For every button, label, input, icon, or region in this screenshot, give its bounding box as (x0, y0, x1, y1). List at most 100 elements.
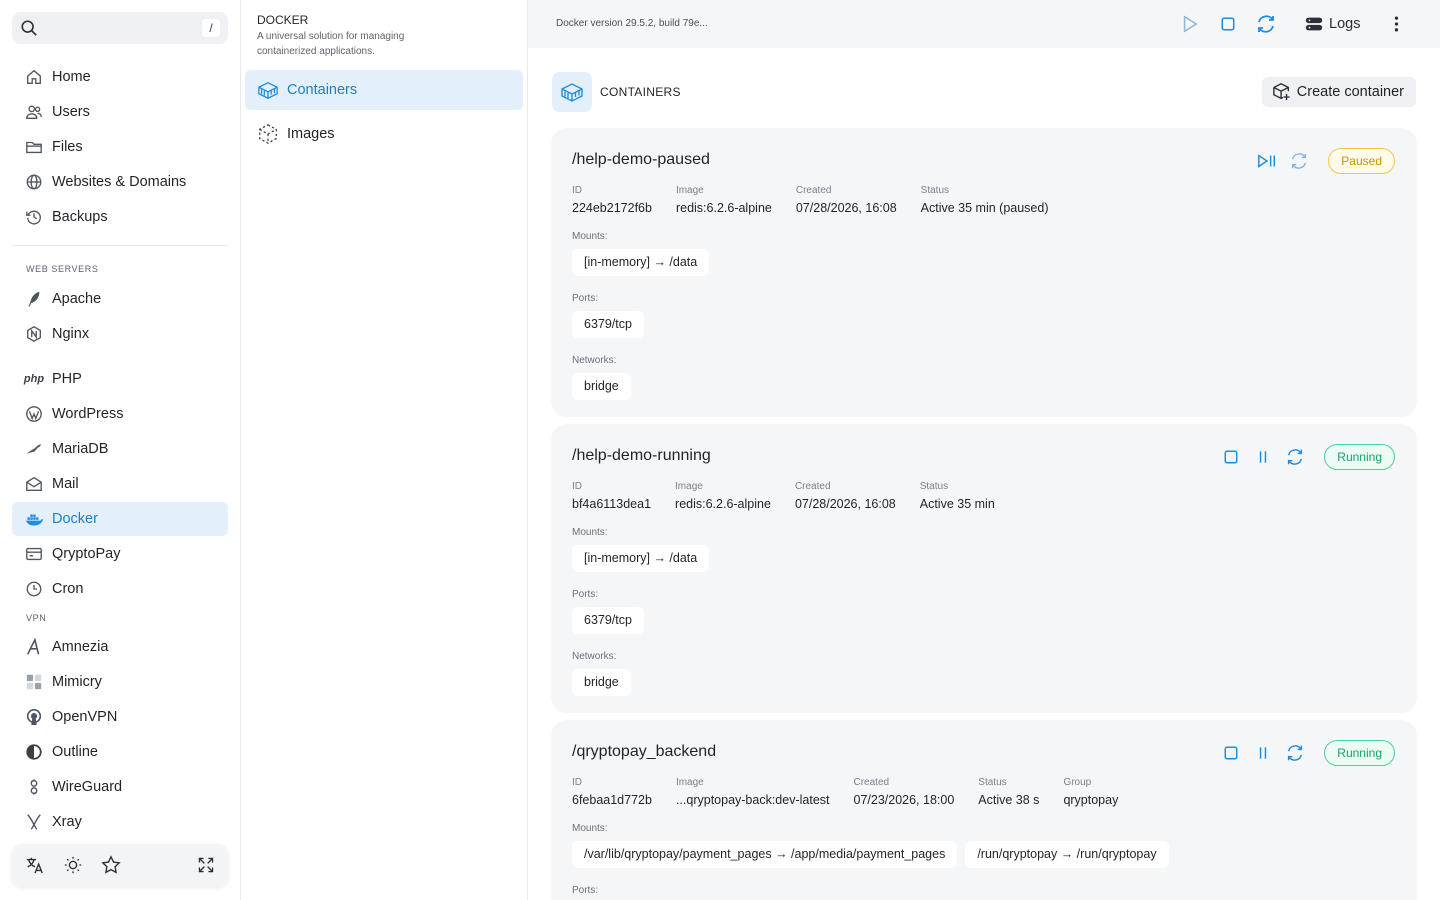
port-chip: 6379/tcp (572, 311, 644, 338)
meta-status: Status Active 38 s (978, 777, 1040, 807)
fullscreen-icon[interactable] (195, 854, 217, 876)
status-badge: Running (1324, 740, 1395, 766)
php-icon: php (23, 373, 45, 385)
sidebar-item-label: Outline (52, 744, 98, 760)
restart-icon[interactable] (1284, 742, 1306, 764)
database-icon (1304, 14, 1324, 34)
sidebar-item-docker[interactable]: Docker (12, 502, 228, 536)
sidebar-item-cron[interactable]: Cron (12, 572, 228, 606)
image-dashed-icon (257, 123, 279, 145)
sidebar-item-wordpress[interactable]: WordPress (12, 397, 228, 431)
sidebar-item-mariadb[interactable]: MariaDB (12, 432, 228, 466)
mounts-label: Mounts: (572, 527, 608, 538)
subnav-item-containers[interactable]: Containers (245, 70, 523, 110)
stop-icon[interactable] (1220, 742, 1242, 764)
resume-icon[interactable] (1256, 150, 1278, 172)
top-toolbar: Docker version 29.5.2, build 79e... Logs (528, 0, 1440, 48)
sidebar-item-files[interactable]: Files (12, 130, 228, 164)
meta-image: Image redis:6.2.6-alpine (675, 481, 771, 511)
sidebar-item-qryptopay[interactable]: QryptoPay (12, 537, 228, 571)
container-name: /help-demo-paused (572, 151, 710, 168)
sidebar-item-mimicry[interactable]: Mimicry (12, 665, 228, 699)
sidebar-item-home[interactable]: Home (12, 60, 228, 94)
logs-button[interactable]: Logs (1304, 13, 1360, 35)
meta-id: ID 6febaa1d772b (572, 777, 652, 807)
sidebar-item-websites[interactable]: Websites & Domains (12, 165, 228, 199)
mounts-list: [in-memory] → /data (572, 545, 717, 572)
networks-label: Networks: (572, 355, 617, 366)
container-actions: Paused (1256, 148, 1395, 174)
network-chip: bridge (572, 373, 631, 400)
mounts-label: Mounts: (572, 231, 608, 242)
logs-label: Logs (1329, 16, 1361, 32)
sidebar-item-label: Websites & Domains (52, 174, 187, 190)
docker-subnav: DOCKER A universal solution for managing… (241, 0, 528, 900)
networks-list: bridge (572, 373, 639, 400)
sidebar-item-mail[interactable]: Mail (12, 467, 228, 501)
restart-button[interactable] (1255, 13, 1277, 35)
stop-icon[interactable] (1220, 446, 1242, 468)
container-meta: ID bf4a6113dea1 Image redis:6.2.6-alpine C… (572, 481, 1019, 513)
feather-icon (24, 289, 44, 309)
docker-icon (24, 509, 44, 529)
mail-icon (24, 474, 44, 494)
restart-icon[interactable] (1288, 150, 1310, 172)
stop-button[interactable] (1217, 13, 1239, 35)
mount-chip: [in-memory] → /data (572, 545, 710, 572)
more-vertical-icon[interactable] (1388, 13, 1404, 35)
containers-header: CONTAINERS Create container (552, 72, 1416, 112)
sidebar-item-users[interactable]: Users (12, 95, 228, 129)
network-chip: bridge (572, 669, 631, 696)
sidebar-item-label: Xray (52, 814, 82, 830)
xray-icon (24, 812, 44, 832)
sidebar-item-xray[interactable]: Xray (12, 805, 228, 839)
main-content: Docker version 29.5.2, build 79e... Logs… (528, 0, 1440, 900)
ports-list: 6379/tcp (572, 607, 652, 634)
sidebar-item-apache[interactable]: Apache (12, 282, 228, 316)
sidebar-item-outline[interactable]: Outline (12, 735, 228, 769)
card-icon (24, 544, 44, 564)
container-meta: ID 224eb2172f6b Image redis:6.2.6-alpine C… (572, 185, 1073, 217)
subnav-label: Images (287, 126, 335, 142)
mimicry-icon (24, 672, 44, 692)
port-chip: 6379/tcp (572, 607, 644, 634)
home-icon (24, 67, 44, 87)
sidebar-item-label: Amnezia (52, 639, 109, 655)
sidebar-item-wireguard[interactable]: WireGuard (12, 770, 228, 804)
sidebar-item-label: QryptoPay (52, 546, 121, 562)
sidebar-item-backups[interactable]: Backups (12, 200, 228, 234)
ports-label: Ports: (572, 293, 599, 304)
sidebar-item-openvpn[interactable]: OpenVPN (12, 700, 228, 734)
container-meta: ID 6febaa1d772b Image ...qryptopay-back:de… (572, 777, 1142, 809)
ports-label: Ports: (572, 885, 599, 896)
sidebar-item-label: WireGuard (52, 779, 123, 795)
search-input[interactable]: / (12, 12, 228, 44)
sidebar-item-amnezia[interactable]: Amnezia (12, 630, 228, 664)
sidebar-divider (12, 245, 228, 246)
create-label: Create container (1296, 84, 1404, 100)
pause-icon[interactable] (1252, 446, 1274, 468)
star-icon[interactable] (100, 854, 122, 876)
container-card: /qryptopay_backend Running ID 6febaa1d772… (551, 720, 1417, 900)
start-button[interactable] (1179, 13, 1201, 35)
amnezia-icon (24, 637, 44, 657)
sidebar-item-nginx[interactable]: Nginx (12, 317, 228, 351)
meta-created: Created 07/28/2026, 16:08 (794, 481, 896, 511)
meta-id: ID 224eb2172f6b (572, 185, 652, 215)
section-title: CONTAINERS (600, 85, 681, 99)
sidebar-item-php[interactable]: php PHP (12, 362, 228, 396)
meta-status: Status Active 35 min (paused) (920, 185, 1049, 215)
panel-title: DOCKER (257, 13, 309, 27)
theme-sun-icon[interactable] (62, 854, 84, 876)
pause-icon[interactable] (1252, 742, 1274, 764)
create-container-button[interactable]: Create container (1261, 77, 1416, 107)
meta-status: Status Active 35 min (919, 481, 995, 511)
networks-label: Networks: (572, 651, 617, 662)
restart-icon[interactable] (1284, 446, 1306, 468)
mounts-list: /var/lib/qryptopay/payment_pages → /app/… (572, 841, 1177, 868)
container-name: /help-demo-running (572, 447, 711, 464)
subnav-item-images[interactable]: Images (245, 114, 523, 154)
mount-chip: /var/lib/qryptopay/payment_pages → /app/… (572, 841, 958, 868)
sidebar-item-label: PHP (52, 371, 82, 387)
translate-icon[interactable] (24, 854, 46, 876)
